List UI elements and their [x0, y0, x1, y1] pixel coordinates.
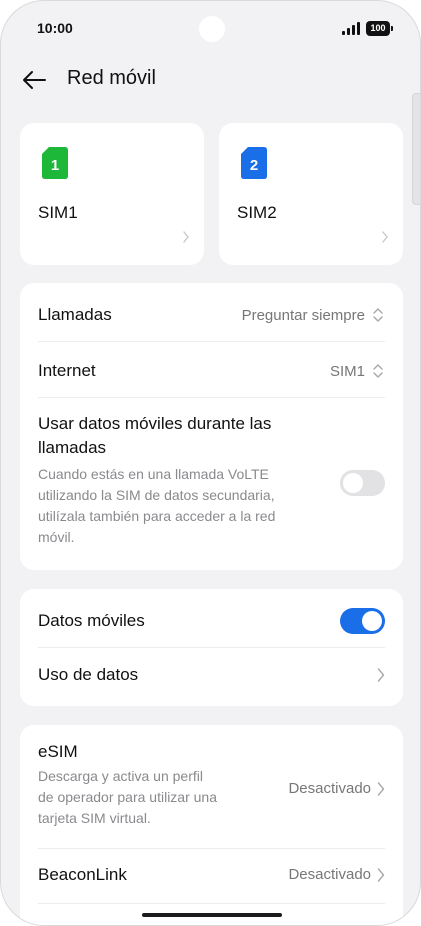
data-usage-title: Uso de datos — [38, 665, 139, 684]
sim2-label: SIM2 — [237, 203, 277, 222]
internet-row[interactable]: Internet SIM1 — [38, 361, 385, 385]
divider — [38, 397, 385, 398]
desc-line: utilizando la SIM de datos secundaria, — [38, 487, 275, 503]
sim1-number: 1 — [51, 157, 59, 174]
data-during-calls-title: Usar datos móviles durante las llamadas — [38, 412, 385, 460]
data-during-calls-description: Cuando estás en una llamada VoLTE utiliz… — [38, 464, 385, 548]
toggle-knob — [343, 473, 363, 493]
chevron-right-icon — [382, 231, 388, 243]
chevron-right-icon — [377, 867, 385, 882]
mobile-data-title: Datos móviles — [38, 611, 145, 630]
sim-preferences-card: Llamadas Preguntar siempre Internet SIM1… — [20, 283, 403, 570]
divider — [38, 903, 385, 904]
beaconlink-value-text: Desactivado — [288, 866, 371, 883]
data-during-calls-row: Usar datos móviles durante las llamadas … — [38, 412, 385, 562]
esim-title: eSIM — [38, 742, 78, 761]
esim-card: eSIM Descarga y activa un perfil de oper… — [20, 725, 403, 925]
chevron-right-icon — [183, 231, 189, 243]
mobile-data-card: Datos móviles Uso de datos — [20, 589, 403, 706]
scrollbar[interactable] — [412, 93, 420, 205]
calls-value: Preguntar siempre — [242, 306, 385, 324]
home-indicator[interactable] — [142, 913, 282, 917]
back-arrow-icon — [23, 71, 46, 89]
sim2-card[interactable]: 2 SIM2 — [219, 123, 403, 265]
beaconlink-value: Desactivado — [288, 866, 385, 883]
data-during-calls-title-line1: Usar datos móviles durante las — [38, 414, 272, 433]
mobile-data-row[interactable]: Datos móviles — [38, 608, 385, 634]
chevron-right-icon — [377, 781, 385, 796]
back-button[interactable] — [19, 65, 49, 95]
desc-line: tarjeta SIM virtual. — [38, 810, 151, 826]
desc-line: móvil. — [38, 529, 75, 545]
signal-icon — [342, 22, 360, 35]
page-title: Red móvil — [67, 67, 156, 89]
internet-value-text: SIM1 — [329, 362, 365, 380]
calls-title: Llamadas — [38, 305, 112, 324]
sim1-card[interactable]: 1 SIM1 — [20, 123, 204, 265]
desc-line: Cuando estás en una llamada VoLTE — [38, 466, 269, 482]
up-down-chevron-icon — [373, 308, 383, 322]
esim-description: Descarga y activa un perfil de operador … — [38, 766, 385, 829]
divider — [38, 848, 385, 849]
data-during-calls-toggle[interactable] — [340, 470, 385, 496]
calls-row[interactable]: Llamadas Preguntar siempre — [38, 305, 385, 329]
toggle-knob — [362, 611, 382, 631]
beaconlink-title: BeaconLink — [38, 865, 127, 884]
internet-title: Internet — [38, 361, 96, 380]
chevron-right-icon — [377, 668, 385, 682]
up-down-chevron-icon — [373, 364, 383, 378]
front-camera — [199, 16, 225, 42]
phone-screen: 10:00 100 Red móvil 1 SIM1 2 SIM2 Llamad… — [0, 0, 421, 926]
esim-value-text: Desactivado — [288, 780, 371, 797]
data-usage-row[interactable]: Uso de datos — [38, 665, 385, 689]
esim-value: Desactivado — [288, 780, 385, 797]
header: Red móvil — [1, 61, 420, 97]
data-during-calls-title-line2: llamadas — [38, 438, 107, 457]
desc-line: utilízala también para acceder a la red — [38, 508, 276, 524]
battery-icon: 100 — [366, 21, 393, 36]
divider — [38, 341, 385, 342]
internet-value: SIM1 — [330, 362, 385, 380]
divider — [38, 647, 385, 648]
sim-card-icon: 1 — [42, 147, 68, 179]
calls-value-text: Preguntar siempre — [241, 306, 365, 324]
mobile-data-toggle[interactable] — [340, 608, 385, 634]
sim-card-icon: 2 — [241, 147, 267, 179]
status-time: 10:00 — [37, 20, 73, 36]
beaconlink-row[interactable]: BeaconLink Desactivado — [38, 865, 385, 889]
esim-row[interactable]: eSIM Descarga y activa un perfil de oper… — [38, 742, 385, 840]
sim1-label: SIM1 — [38, 203, 78, 222]
status-bar: 10:00 100 — [1, 1, 420, 57]
sim2-number: 2 — [250, 157, 258, 174]
